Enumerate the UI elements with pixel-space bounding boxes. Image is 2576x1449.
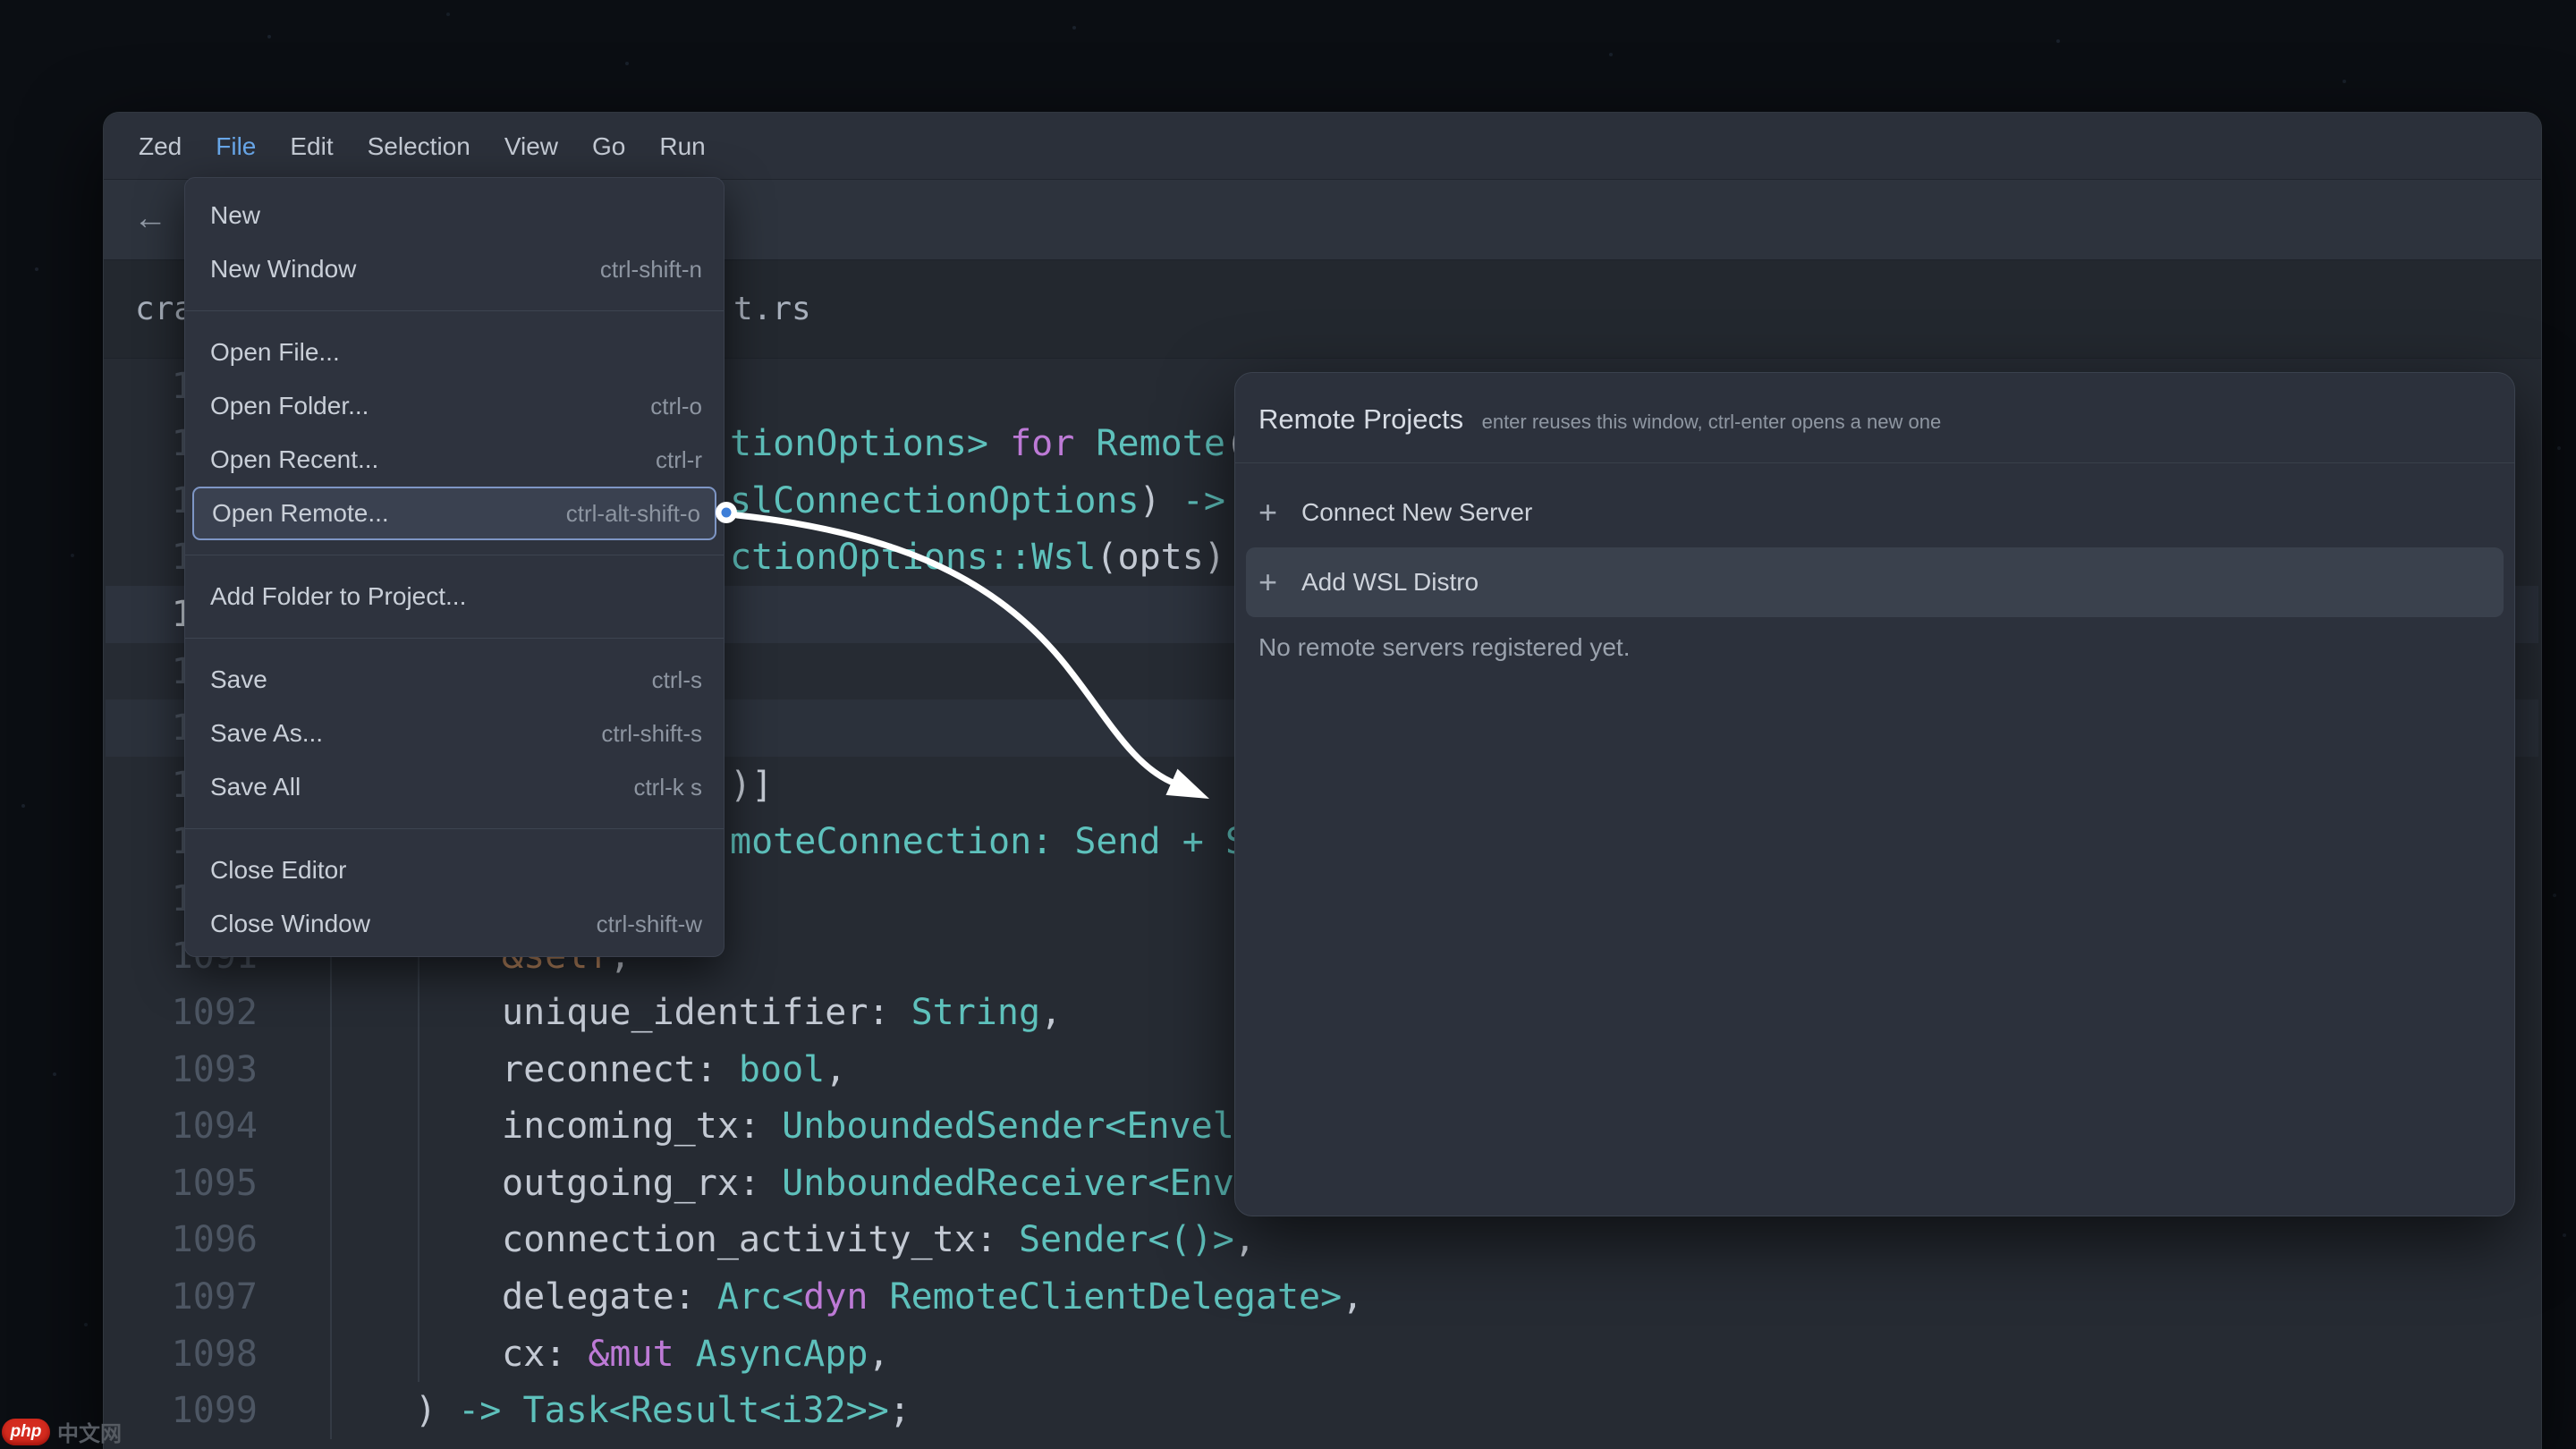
menubar-item-file[interactable]: File — [216, 113, 256, 180]
dialog-actions: + Connect New Server + Add WSL Distro — [1235, 463, 2514, 617]
code-line[interactable]: unique_identifier: String, — [502, 984, 1062, 1041]
menu-item-shortcut: ctrl-shift-s — [601, 707, 702, 760]
desktop-noise — [0, 0, 2, 2]
watermark: php 中文网 — [2, 1416, 122, 1447]
php-logo-icon: php — [2, 1419, 50, 1445]
watermark-text: 中文网 — [57, 1416, 122, 1447]
menu-item-close-window[interactable]: Close Window ctrl-shift-w — [185, 897, 724, 951]
menu-item-open-folder[interactable]: Open Folder... ctrl-o — [185, 379, 724, 433]
line-number: 1099 — [140, 1382, 258, 1439]
dialog-action-connect-new-server[interactable]: + Connect New Server — [1246, 478, 2504, 547]
code-line[interactable]: reconnect: bool, — [502, 1041, 846, 1098]
dialog-hint: enter reuses this window, ctrl-enter ope… — [1482, 411, 1942, 433]
code-line[interactable]: ) -> Task<Result<i32>>; — [415, 1382, 911, 1439]
menubar-item-zed[interactable]: Zed — [139, 113, 182, 180]
menu-item-label: Save All — [210, 760, 301, 814]
menu-item-open-file[interactable]: Open File... — [185, 326, 724, 379]
menu-item-save[interactable]: Save ctrl-s — [185, 653, 724, 707]
menu-item-label: Open Recent... — [210, 433, 378, 487]
line-number: 1095 — [140, 1155, 258, 1212]
menu-separator — [185, 310, 724, 311]
menu-item-shortcut: ctrl-shift-n — [600, 242, 702, 296]
dialog-header: Remote Projects enter reuses this window… — [1235, 373, 2514, 463]
code-line[interactable]: )] — [730, 757, 773, 814]
menu-item-close-editor[interactable]: Close Editor — [185, 843, 724, 897]
dialog-title: Remote Projects — [1258, 403, 1463, 435]
file-menu: NewNew Windowctrl-shift-nOpen File...Ope… — [184, 177, 724, 957]
plus-icon: + — [1258, 564, 1292, 601]
code-line[interactable]: moteConnection: Send + S — [730, 813, 1247, 870]
remote-projects-dialog: Remote Projects enter reuses this window… — [1234, 372, 2515, 1216]
dialog-action-label: Connect New Server — [1301, 498, 1532, 527]
menu-item-label: Open Folder... — [210, 379, 369, 433]
menu-item-label: Save — [210, 653, 267, 707]
line-number: 1098 — [140, 1326, 258, 1383]
menubar-item-go[interactable]: Go — [592, 113, 625, 180]
menu-item-shortcut: ctrl-shift-w — [597, 897, 702, 951]
dialog-action-add-wsl-distro[interactable]: + Add WSL Distro — [1246, 547, 2504, 617]
menubar-item-view[interactable]: View — [504, 113, 558, 180]
menu-item-label: Close Editor — [210, 843, 347, 897]
menubar-item-edit[interactable]: Edit — [290, 113, 333, 180]
breadcrumb-path-right[interactable]: t.rs — [733, 260, 811, 359]
menu-item-shortcut: ctrl-o — [650, 379, 702, 433]
menubar-item-run[interactable]: Run — [659, 113, 705, 180]
menu-item-label: Add Folder to Project... — [210, 570, 466, 623]
menu-item-label: New — [210, 189, 260, 242]
empty-state-text: No remote servers registered yet. — [1258, 633, 2491, 662]
code-line[interactable]: tionOptions> for Remote( — [730, 415, 1247, 472]
code-line[interactable]: ctionOptions::Wsl(opts) — [730, 529, 1225, 586]
line-number: 1097 — [140, 1268, 258, 1326]
menu-item-label: New Window — [210, 242, 356, 296]
menu-item-save-all[interactable]: Save All ctrl-k s — [185, 760, 724, 814]
menu-item-open-recent[interactable]: Open Recent... ctrl-r — [185, 433, 724, 487]
menu-item-save-as[interactable]: Save As... ctrl-shift-s — [185, 707, 724, 760]
menu-item-label: Save As... — [210, 707, 323, 760]
menu-item-label: Open Remote... — [212, 487, 389, 540]
menu-item-open-remote[interactable]: Open Remote... ctrl-alt-shift-o — [192, 487, 716, 540]
line-number: 1093 — [140, 1041, 258, 1098]
line-number: 1096 — [140, 1211, 258, 1268]
code-line[interactable]: cx: &mut AsyncApp, — [502, 1326, 890, 1383]
line-number: 1094 — [140, 1097, 258, 1155]
menu-item-shortcut: ctrl-alt-shift-o — [566, 487, 700, 540]
dialog-action-label: Add WSL Distro — [1301, 568, 1479, 597]
menubar-item-selection[interactable]: Selection — [368, 113, 470, 180]
menu-item-shortcut: ctrl-s — [652, 653, 702, 707]
menu-item-new-window[interactable]: New Window ctrl-shift-n — [185, 242, 724, 296]
menu-separator — [185, 638, 724, 639]
code-line[interactable]: connection_activity_tx: Sender<()>, — [502, 1211, 1256, 1268]
code-line[interactable]: delegate: Arc<dyn RemoteClientDelegate>, — [502, 1268, 1363, 1326]
back-icon[interactable]: ← — [133, 180, 167, 260]
title-bar: Zed File Edit Selection View Go Run — [104, 113, 2541, 180]
code-line[interactable]: incoming_tx: UnboundedSender<Envelope>, — [502, 1097, 1342, 1155]
plus-icon: + — [1258, 494, 1292, 531]
menu-item-shortcut: ctrl-k s — [633, 760, 702, 814]
menu-item-new[interactable]: New — [185, 189, 724, 242]
menu-item-shortcut: ctrl-r — [656, 433, 702, 487]
menu-separator — [185, 828, 724, 829]
menu-item-label: Close Window — [210, 897, 370, 951]
line-number: 1092 — [140, 984, 258, 1041]
menu-bar: Zed File Edit Selection View Go Run — [104, 113, 2541, 179]
desktop: 10811082tionOptions> for Remote(1083slCo… — [0, 0, 2576, 1449]
menu-item-add-folder-to-project[interactable]: Add Folder to Project... — [185, 570, 724, 623]
code-line[interactable]: slConnectionOptions) -> — [730, 472, 1225, 530]
menu-item-label: Open File... — [210, 326, 340, 379]
